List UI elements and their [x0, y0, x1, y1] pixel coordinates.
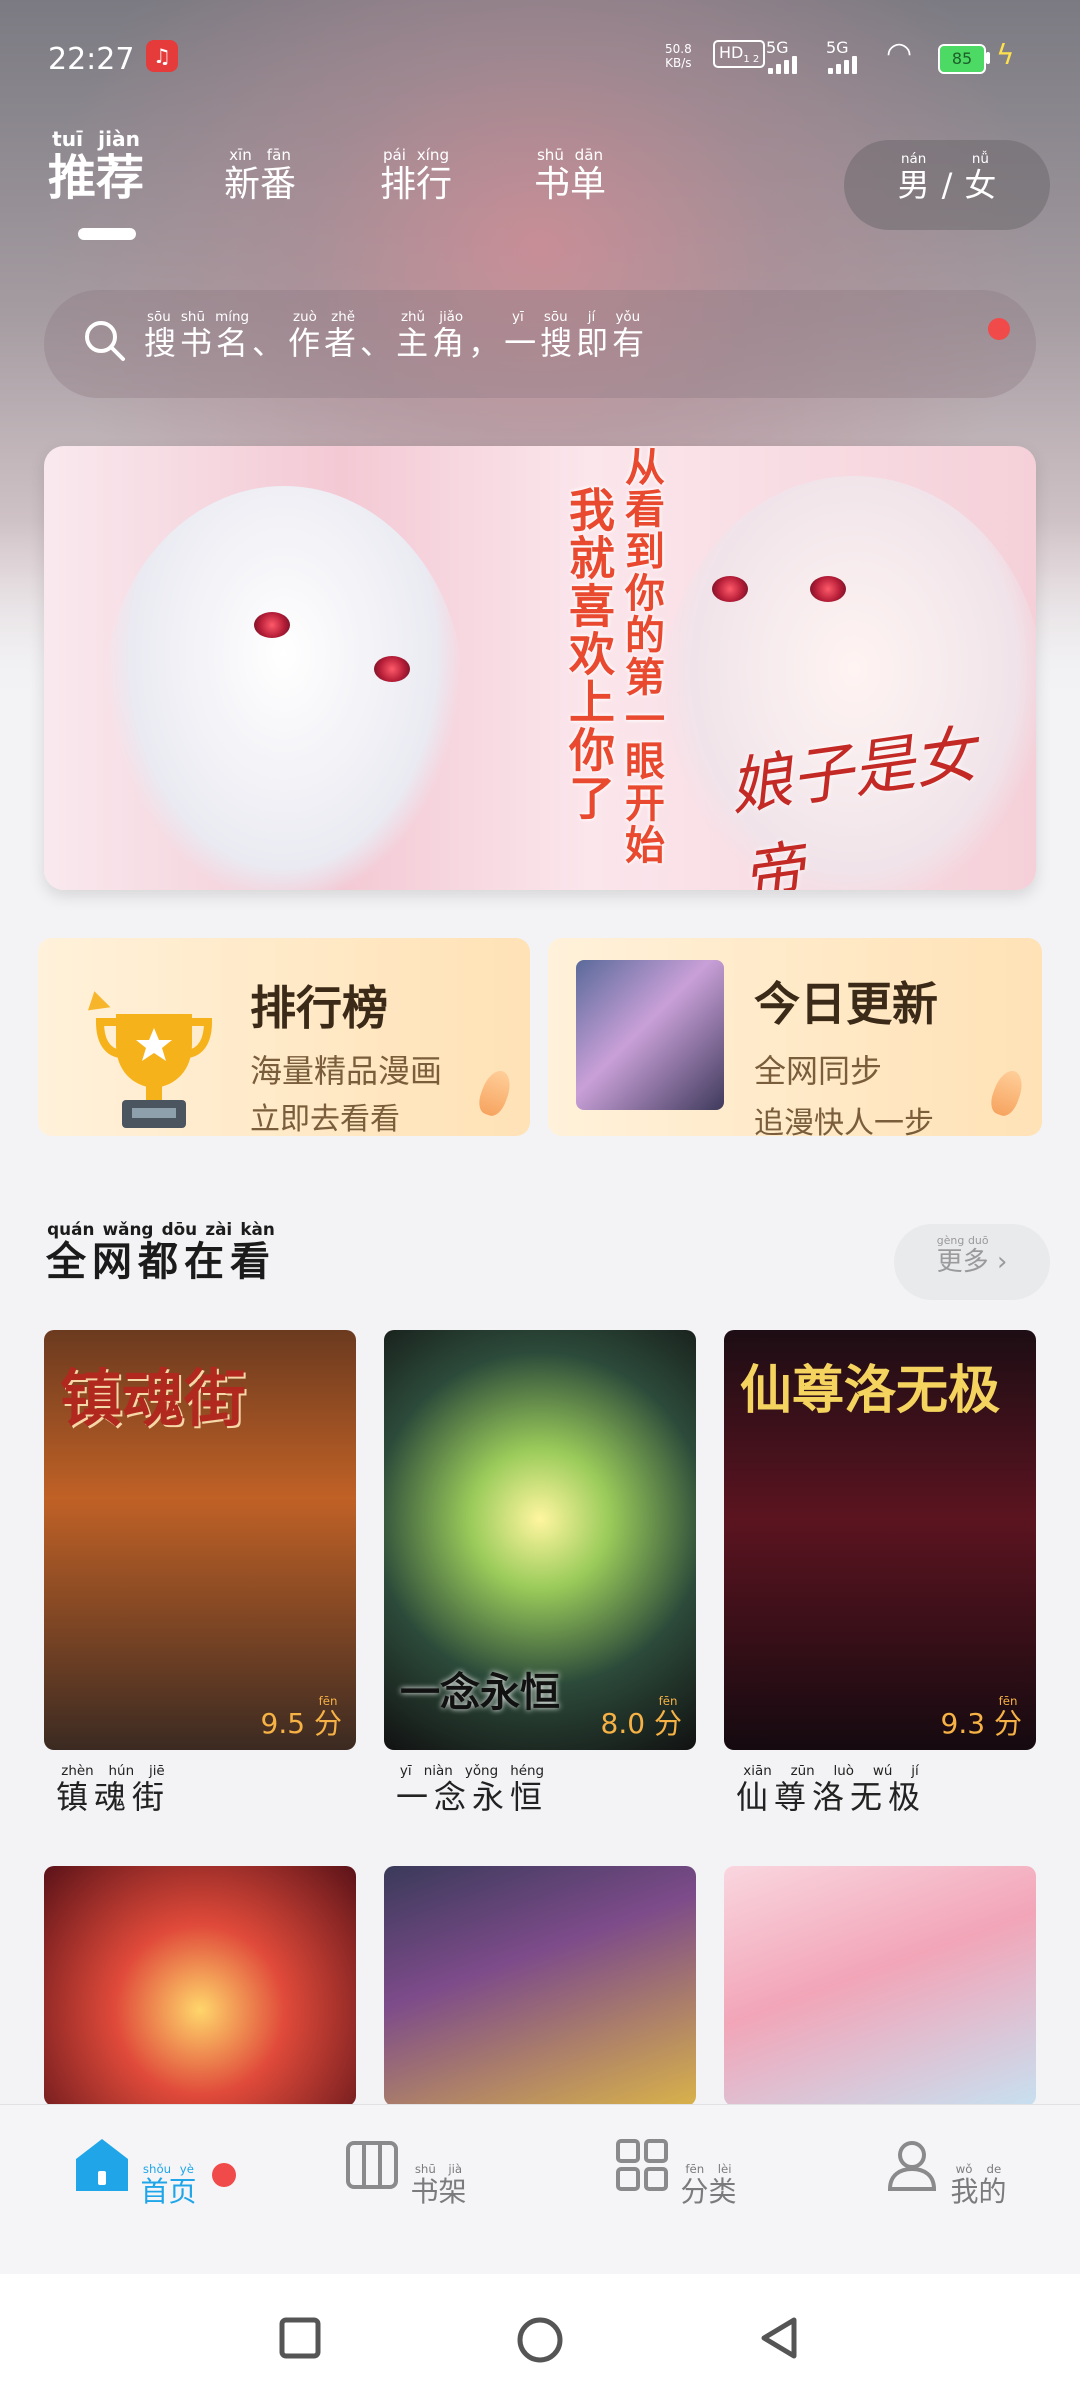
comic-score: 9.3 分fēn	[940, 1694, 1022, 1740]
banner-character-left	[104, 486, 464, 890]
search-bar[interactable]: 搜书名sōu shū míng、作者zuò zhě、主角zhǔ jiǎo，一搜即…	[44, 290, 1036, 398]
tab-new[interactable]: 新番xīn fān	[224, 146, 296, 207]
bottom-nav: 首页shǒu yè 书架shū jià 分类fēn lèi 我的wǒ de	[0, 2104, 1080, 2275]
sim2-label: 5G	[826, 38, 849, 57]
character-eye	[810, 576, 846, 602]
home-icon	[75, 2139, 128, 2191]
active-tab-indicator	[78, 228, 136, 240]
comic-cover[interactable]	[384, 1866, 696, 2106]
update-title: 今日更新	[754, 977, 938, 1031]
trophy-icon	[88, 991, 213, 1128]
hd-volte-icon: HD1 2	[713, 40, 766, 69]
ranking-line2: 立即去看看	[250, 1102, 400, 1136]
status-bar: 22:27 ♫ 50.8 KB/s HD1 2 5G 5G ◠ 85 ϟ	[0, 0, 1080, 120]
chevron-right-icon: ›	[996, 1247, 1008, 1277]
bookshelf-icon	[345, 2141, 398, 2189]
recents-icon[interactable]	[276, 2314, 324, 2362]
tab-recommend[interactable]: 推荐tuī jiàn	[48, 127, 144, 208]
clock: 22:27	[48, 42, 135, 77]
search-icon	[85, 321, 125, 361]
tab-ranking[interactable]: 排行pái xíng	[380, 146, 452, 207]
comic-cover[interactable]	[724, 1866, 1036, 2106]
today-update-card[interactable]: 今日更新 全网同步 追漫快人一步	[548, 938, 1042, 1136]
nav-home[interactable]: 首页shǒu yè	[34, 2135, 236, 2210]
charging-icon: ϟ	[996, 38, 1015, 71]
battery-icon: 85	[938, 44, 986, 74]
system-nav-bar	[0, 2274, 1080, 2400]
music-app-icon: ♫	[146, 40, 178, 72]
signal-icon	[828, 56, 864, 74]
nav-profile[interactable]: 我的wǒ de	[844, 2135, 1044, 2210]
sim1-label: 5G	[766, 38, 789, 57]
gender-female[interactable]: 女nǚ	[964, 152, 996, 204]
net-speed: 50.8 KB/s	[665, 42, 692, 70]
comic-cover[interactable]: 仙尊洛无极 9.3 分fēn	[724, 1330, 1036, 1750]
battery-tip	[986, 52, 990, 64]
comic-cover[interactable]	[44, 1866, 356, 2106]
comic-name[interactable]: 一念永恒yī niàn yǒng héng	[396, 1764, 548, 1818]
character-eye	[374, 656, 410, 682]
home-button-icon[interactable]	[514, 2314, 566, 2366]
tab-booklist[interactable]: 书单shū dān	[534, 146, 606, 207]
comic-name[interactable]: 镇魂街zhèn hún jiē	[56, 1764, 170, 1818]
signal-icon	[768, 56, 804, 74]
nav-category[interactable]: 分类fēn lèi	[574, 2135, 774, 2210]
promo-banner[interactable]: 我就喜欢上你了 从看到你的第一眼开始 娘子是女帝	[44, 446, 1036, 890]
search-placeholder: 搜书名sōu shū míng、作者zuò zhě、主角zhǔ jiǎo，一搜即…	[144, 310, 649, 362]
update-line2: 追漫快人一步	[754, 1106, 934, 1136]
character-eye	[712, 576, 748, 602]
update-cover-thumbnail	[576, 960, 724, 1110]
wifi-icon: ◠	[886, 36, 913, 71]
comic-name[interactable]: 仙尊洛无极xiān zūn luò wú jí	[736, 1764, 926, 1818]
nav-bookshelf[interactable]: 书架shū jià	[304, 2135, 504, 2210]
banner-slogan-2: 从看到你的第一眼开始	[618, 446, 664, 866]
ranking-title: 排行榜	[250, 981, 388, 1035]
comic-score: 8.0 分fēn	[600, 1694, 682, 1740]
back-icon[interactable]	[756, 2314, 804, 2362]
comic-score: 9.5 分fēn	[260, 1694, 342, 1740]
section-title: 全网都在看quán wǎng dōu zài kàn	[46, 1219, 276, 1285]
profile-icon	[887, 2141, 936, 2191]
category-icon	[615, 2139, 668, 2191]
flame-decoration	[474, 1066, 516, 1120]
update-line1: 全网同步	[754, 1052, 883, 1090]
home-badge	[212, 2163, 236, 2187]
character-eye	[254, 612, 290, 638]
more-button[interactable]: 更多gèng duō ›	[894, 1224, 1050, 1300]
comic-cover[interactable]: 一念永恒 8.0 分fēn	[384, 1330, 696, 1750]
gender-male[interactable]: 男nán	[898, 152, 930, 204]
notification-dot	[988, 318, 1010, 340]
gender-toggle[interactable]: 男nán/女nǚ	[844, 140, 1050, 230]
ranking-card[interactable]: 排行榜 海量精品漫画 立即去看看	[38, 938, 530, 1136]
comic-cover[interactable]: 镇魂街 9.5 分fēn	[44, 1330, 356, 1750]
flame-decoration	[986, 1066, 1028, 1120]
ranking-line1: 海量精品漫画	[250, 1052, 443, 1090]
